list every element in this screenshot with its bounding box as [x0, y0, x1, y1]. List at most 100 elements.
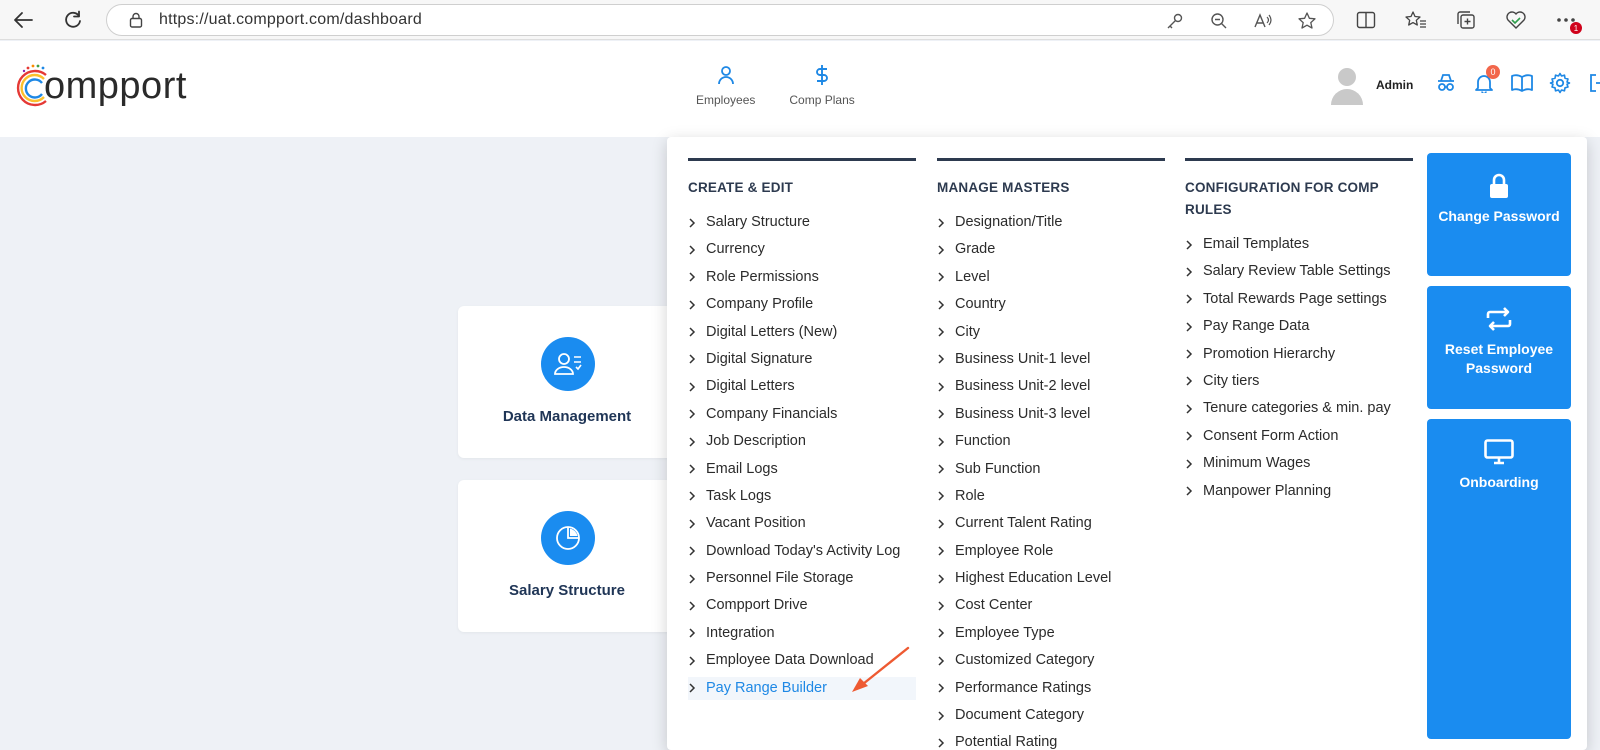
more-options-icon[interactable]: 1: [1552, 6, 1582, 34]
menu-item-personnel-file-storage[interactable]: Personnel File Storage: [688, 567, 916, 590]
reset-employee-password-button[interactable]: Reset Employee Password: [1427, 286, 1571, 409]
chevron-right-icon: [1185, 480, 1197, 503]
dropdown-caret: [1530, 124, 1558, 138]
gear-icon[interactable]: [1548, 71, 1572, 95]
menu-item-label: Employee Type: [955, 624, 1055, 641]
nav-employees[interactable]: Employees: [696, 63, 755, 107]
menu-item-current-talent-rating[interactable]: Current Talent Rating: [937, 512, 1165, 535]
monitor-icon: [1483, 437, 1515, 467]
menu-item-email-templates[interactable]: Email Templates: [1185, 233, 1413, 256]
card-data-management[interactable]: Data Management: [458, 306, 676, 458]
split-screen-icon[interactable]: [1352, 6, 1380, 34]
menu-item-sub-function[interactable]: Sub Function: [937, 458, 1165, 481]
onboarding-button[interactable]: Onboarding: [1427, 419, 1571, 739]
column-heading: CONFIGURATION FOR COMP RULES: [1185, 180, 1379, 217]
menu-item-designation-title[interactable]: Designation/Title: [937, 211, 1165, 234]
menu-item-label: Sub Function: [955, 460, 1041, 477]
collections-icon[interactable]: [1452, 6, 1480, 34]
dollar-icon: [810, 63, 834, 87]
column-divider: [688, 158, 916, 161]
menu-item-city[interactable]: City: [937, 321, 1165, 344]
repeat-icon: [1483, 304, 1515, 334]
menu-item-company-profile[interactable]: Company Profile: [688, 293, 916, 316]
menu-item-city-tiers[interactable]: City tiers: [1185, 370, 1413, 393]
compport-logo[interactable]: ompport: [16, 63, 187, 109]
browser-essentials-icon[interactable]: [1502, 6, 1530, 34]
book-icon[interactable]: [1510, 71, 1534, 95]
read-aloud-icon[interactable]: [1251, 9, 1275, 33]
bell-icon[interactable]: 0: [1472, 65, 1500, 95]
nav-comp-plans[interactable]: Comp Plans: [789, 63, 855, 107]
avatar[interactable]: [1330, 65, 1366, 105]
back-arrow-icon[interactable]: [8, 5, 38, 35]
favorite-star-icon[interactable]: [1295, 9, 1319, 33]
menu-item-country[interactable]: Country: [937, 293, 1165, 316]
menu-item-tenure-categories-min-pay[interactable]: Tenure categories & min. pay: [1185, 397, 1413, 420]
menu-item-manpower-planning[interactable]: Manpower Planning: [1185, 480, 1413, 503]
menu-item-job-description[interactable]: Job Description: [688, 430, 916, 453]
menu-item-business-unit-3-level[interactable]: Business Unit-3 level: [937, 403, 1165, 426]
menu-item-grade[interactable]: Grade: [937, 238, 1165, 261]
menu-item-company-financials[interactable]: Company Financials: [688, 403, 916, 426]
menu-item-pay-range-data[interactable]: Pay Range Data: [1185, 315, 1413, 338]
menu-item-label: Pay Range Data: [1203, 318, 1310, 335]
menu-item-label: Level: [955, 268, 990, 285]
key-icon[interactable]: [1163, 9, 1187, 33]
url-text[interactable]: https://uat.compport.com/dashboard: [159, 11, 422, 29]
menu-item-label: Vacant Position: [706, 515, 806, 532]
menu-item-employee-role[interactable]: Employee Role: [937, 540, 1165, 563]
menu-item-total-rewards-page-settings[interactable]: Total Rewards Page settings: [1185, 288, 1413, 311]
menu-item-minimum-wages[interactable]: Minimum Wages: [1185, 452, 1413, 475]
menu-item-potential-rating[interactable]: Potential Rating: [937, 731, 1165, 750]
chevron-right-icon: [937, 293, 949, 316]
menu-item-digital-letters[interactable]: Digital Letters: [688, 375, 916, 398]
zoom-out-icon[interactable]: [1207, 9, 1231, 33]
menu-item-business-unit-1-level[interactable]: Business Unit-1 level: [937, 348, 1165, 371]
menu-item-digital-signature[interactable]: Digital Signature: [688, 348, 916, 371]
menu-item-highest-education-level[interactable]: Highest Education Level: [937, 567, 1165, 590]
menu-item-customized-category[interactable]: Customized Category: [937, 649, 1165, 672]
menu-item-function[interactable]: Function: [937, 430, 1165, 453]
menu-item-download-today-s-activity-log[interactable]: Download Today's Activity Log: [688, 540, 916, 563]
lock-icon[interactable]: [125, 9, 147, 31]
chevron-right-icon: [688, 512, 700, 535]
menu-item-vacant-position[interactable]: Vacant Position: [688, 512, 916, 535]
menu-item-cost-center[interactable]: Cost Center: [937, 594, 1165, 617]
menu-item-salary-structure[interactable]: Salary Structure: [688, 211, 916, 234]
menu-item-integration[interactable]: Integration: [688, 622, 916, 645]
menu-column-manage-masters: MANAGE MASTERS Designation/Title Grade Lev…: [937, 158, 1165, 750]
menu-item-compport-drive[interactable]: Compport Drive: [688, 594, 916, 617]
chevron-right-icon: [937, 622, 949, 645]
menu-item-business-unit-2-level[interactable]: Business Unit-2 level: [937, 375, 1165, 398]
menu-item-role[interactable]: Role: [937, 485, 1165, 508]
change-password-button[interactable]: Change Password: [1427, 153, 1571, 276]
menu-item-document-category[interactable]: Document Category: [937, 704, 1165, 727]
reload-icon[interactable]: [58, 5, 88, 35]
menu-item-digital-letters-new[interactable]: Digital Letters (New): [688, 321, 916, 344]
user-menu[interactable]: Admin: [1330, 65, 1413, 105]
menu-item-promotion-hierarchy[interactable]: Promotion Hierarchy: [1185, 343, 1413, 366]
menu-item-role-permissions[interactable]: Role Permissions: [688, 266, 916, 289]
incognito-icon[interactable]: [1434, 71, 1458, 95]
chevron-right-icon: [688, 485, 700, 508]
menu-item-email-logs[interactable]: Email Logs: [688, 458, 916, 481]
nav-comp-plans-label: Comp Plans: [789, 93, 855, 107]
menu-item-level[interactable]: Level: [937, 266, 1165, 289]
menu-item-label: Download Today's Activity Log: [706, 542, 901, 559]
menu-item-consent-form-action[interactable]: Consent Form Action: [1185, 425, 1413, 448]
menu-item-label: Potential Rating: [955, 734, 1058, 750]
logout-icon[interactable]: [1586, 71, 1600, 95]
card-salary-structure[interactable]: Salary Structure: [458, 480, 676, 632]
chevron-right-icon: [937, 731, 949, 750]
chevron-right-icon: [1185, 260, 1197, 283]
menu-item-employee-type[interactable]: Employee Type: [937, 622, 1165, 645]
menu-item-currency[interactable]: Currency: [688, 238, 916, 261]
menu-item-salary-review-table-settings[interactable]: Salary Review Table Settings: [1185, 260, 1413, 283]
menu-item-label: Grade: [955, 241, 996, 258]
address-bar[interactable]: https://uat.compport.com/dashboard: [106, 4, 1334, 36]
menu-item-label: Job Description: [706, 433, 806, 450]
menu-item-task-logs[interactable]: Task Logs: [688, 485, 916, 508]
favorites-icon[interactable]: [1402, 6, 1430, 34]
menu-item-performance-ratings[interactable]: Performance Ratings: [937, 677, 1165, 700]
menu-list-manage-masters: Designation/Title Grade Level Country City Bu…: [937, 211, 1165, 750]
